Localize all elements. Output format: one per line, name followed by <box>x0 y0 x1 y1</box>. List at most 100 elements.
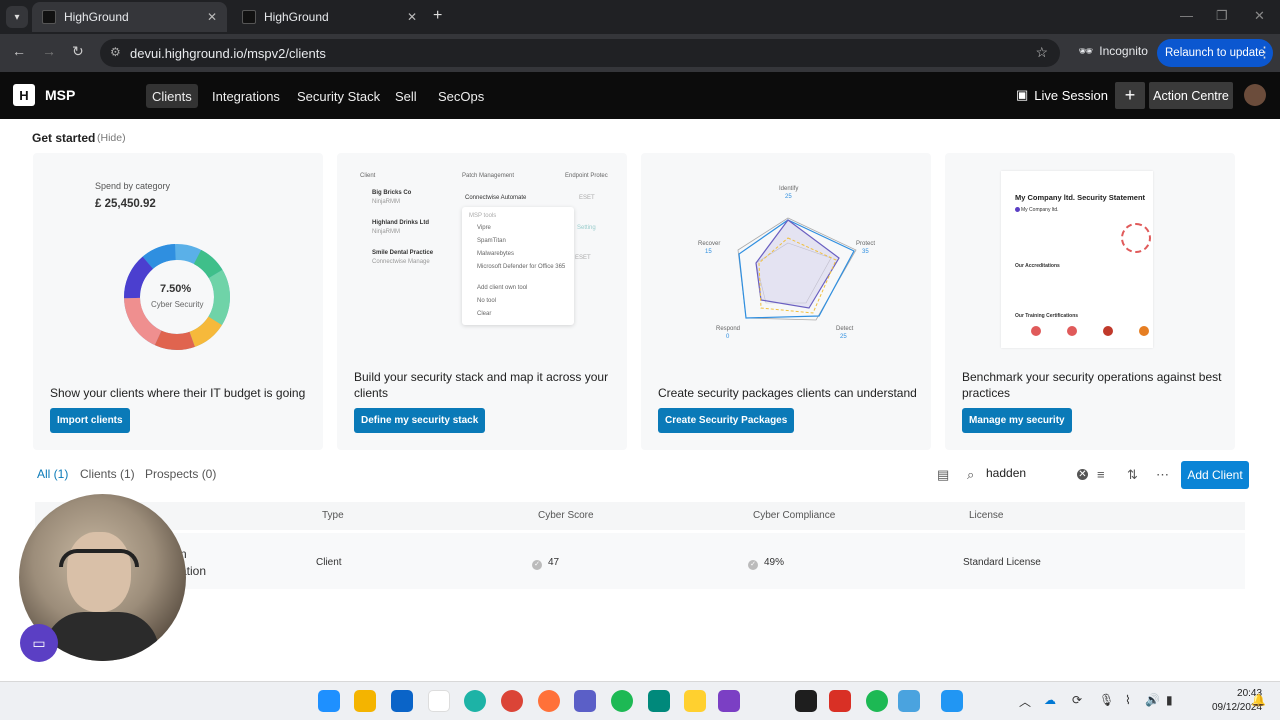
onedrive-icon[interactable]: ☁ <box>1044 693 1056 707</box>
chat-support-icon[interactable]: ▭ <box>20 624 58 662</box>
clear-search-icon[interactable]: ✕ <box>1077 469 1088 480</box>
meet-icon[interactable] <box>648 690 670 712</box>
nav-secops[interactable]: SecOps <box>432 84 490 108</box>
add-client-button[interactable]: Add Client <box>1181 461 1249 489</box>
action-centre-button[interactable]: Action Centre <box>1149 82 1233 109</box>
table-row[interactable] <box>35 533 1245 589</box>
close-tab-icon[interactable]: ✕ <box>407 10 417 24</box>
spotify-2-icon[interactable] <box>866 690 888 712</box>
settings-icon[interactable] <box>941 690 963 712</box>
figma-icon[interactable] <box>795 690 817 712</box>
relaunch-button[interactable]: Relaunch to update <box>1157 39 1273 67</box>
restore-icon[interactable]: ❐ <box>1216 8 1228 24</box>
teams-icon[interactable] <box>574 690 596 712</box>
card-description: Create security packages clients can und… <box>658 386 917 400</box>
sort-icon[interactable]: ⇅ <box>1127 467 1138 483</box>
edge-icon[interactable] <box>464 690 486 712</box>
volume-icon[interactable]: 🔊 <box>1145 693 1160 707</box>
incognito-indicator[interactable]: 🕶 Incognito <box>1078 44 1148 58</box>
card-description: Benchmark your security operations again… <box>962 370 1222 400</box>
cyber-score-value: 47 <box>548 557 560 568</box>
card-description: Show your clients where their IT budget … <box>50 386 306 400</box>
browser-tab-2[interactable]: HighGround ✕ <box>232 2 427 32</box>
add-icon[interactable]: + <box>1115 82 1145 109</box>
address-bar[interactable]: ⚙ devui.highground.io/mspv2/clients ☆ <box>100 39 1060 67</box>
wifi-icon[interactable]: ⌇ <box>1125 693 1131 707</box>
archive-icon[interactable]: ▤ <box>937 467 949 483</box>
filter-icon[interactable]: ≡ <box>1097 467 1105 482</box>
column-header-type[interactable]: Type <box>322 510 344 521</box>
create-security-packages-button[interactable]: Create Security Packages <box>658 408 795 433</box>
outlook-icon[interactable] <box>391 690 413 712</box>
chrome-icon[interactable] <box>501 690 523 712</box>
check-icon: ✓ <box>532 560 542 570</box>
battery-icon[interactable]: ▮ <box>1166 693 1173 707</box>
preview-menu-item: SpamTitan <box>477 238 506 244</box>
file-explorer-icon[interactable] <box>354 690 376 712</box>
spend-by-category-label: Spend by category <box>95 181 171 191</box>
search-icon: ⌕ <box>967 467 975 482</box>
get-started-title: Get started <box>32 131 96 145</box>
sync-icon[interactable]: ⟳ <box>1072 693 1082 707</box>
presentation-icon: ▣ <box>1016 87 1029 102</box>
notifications-icon[interactable]: 🔔 <box>1251 693 1266 707</box>
tab-title: HighGround <box>264 10 329 24</box>
donut-label: Cyber Security <box>151 300 204 309</box>
tab-search-icon[interactable]: ▾ <box>6 6 28 28</box>
donut-value: 7.50% <box>160 283 192 295</box>
hide-link[interactable]: (Hide) <box>97 132 126 144</box>
filter-all[interactable]: All (1) <box>37 467 68 481</box>
notepad-icon[interactable] <box>898 690 920 712</box>
search-input[interactable] <box>986 466 1066 480</box>
column-header-license[interactable]: License <box>969 510 1003 521</box>
site-info-icon[interactable]: ⚙ <box>110 45 121 59</box>
check-icon: ✓ <box>748 560 758 570</box>
reload-icon[interactable]: ↻ <box>72 43 84 60</box>
windows-icon[interactable] <box>318 690 340 712</box>
import-clients-button[interactable]: Import clients <box>50 408 130 433</box>
spotify-icon[interactable] <box>611 690 633 712</box>
radar-value: 15 <box>705 249 712 255</box>
live-session-button[interactable]: ▣ Live Session <box>1016 87 1108 103</box>
cyber-compliance-value: 49% <box>764 557 785 568</box>
incognito-label: Incognito <box>1099 44 1148 58</box>
company-logo-icon <box>1015 207 1020 212</box>
slack-icon[interactable] <box>428 690 450 712</box>
browser-menu-icon[interactable]: ⋮ <box>1257 43 1272 61</box>
nav-security-stack[interactable]: Security Stack <box>291 84 386 108</box>
browser-tab-1[interactable]: HighGround ✕ <box>32 2 227 32</box>
windows-taskbar: ︿ ☁ ⟳ 🎙 ⌇ 🔊 ▮ 20:43 09/12/2024 🔔 <box>0 681 1280 720</box>
define-security-stack-button[interactable]: Define my security stack <box>354 408 486 433</box>
screen: ▾ HighGround ✕ HighGround ✕ + — ❐ ✕ ← → … <box>0 0 1280 720</box>
more-options-icon[interactable]: ⋯ <box>1156 467 1169 483</box>
radar-chart <box>737 217 857 321</box>
minimize-icon[interactable]: — <box>1180 8 1193 23</box>
nav-clients[interactable]: Clients <box>146 84 198 108</box>
window-close-icon[interactable]: ✕ <box>1254 8 1265 24</box>
forward-icon[interactable]: → <box>42 43 56 59</box>
filter-prospects[interactable]: Prospects (0) <box>145 467 216 481</box>
avatar[interactable] <box>1244 84 1266 106</box>
microphone-icon[interactable]: 🎙 <box>1099 693 1114 707</box>
statement-section: Our Training Certifications <box>1015 313 1079 319</box>
tray-chevron-icon[interactable]: ︿ <box>1019 693 1031 710</box>
license-value: Standard License <box>963 557 1041 568</box>
miro-icon[interactable] <box>684 690 706 712</box>
close-tab-icon[interactable]: ✕ <box>207 10 217 24</box>
firefox-icon[interactable] <box>538 690 560 712</box>
acrobat-icon[interactable] <box>829 690 851 712</box>
nav-sell[interactable]: Sell <box>389 84 423 108</box>
highground-logo-icon[interactable]: H <box>13 84 35 106</box>
column-header-cyber-compliance[interactable]: Cyber Compliance <box>753 510 835 521</box>
new-tab-icon[interactable]: + <box>433 7 442 25</box>
nav-integrations[interactable]: Integrations <box>206 84 286 108</box>
loop-icon[interactable] <box>718 690 740 712</box>
filter-clients[interactable]: Clients (1) <box>80 467 135 481</box>
manage-my-security-button[interactable]: Manage my security <box>962 408 1072 433</box>
column-header-cyber-score[interactable]: Cyber Score <box>538 510 594 521</box>
back-icon[interactable]: ← <box>12 43 26 59</box>
browser-tab-bar: ▾ HighGround ✕ HighGround ✕ + — ❐ ✕ <box>0 0 1280 34</box>
bookmark-star-icon[interactable]: ☆ <box>1035 44 1048 61</box>
person-face <box>67 532 131 612</box>
card-description: Build your security stack and map it acr… <box>354 370 609 400</box>
